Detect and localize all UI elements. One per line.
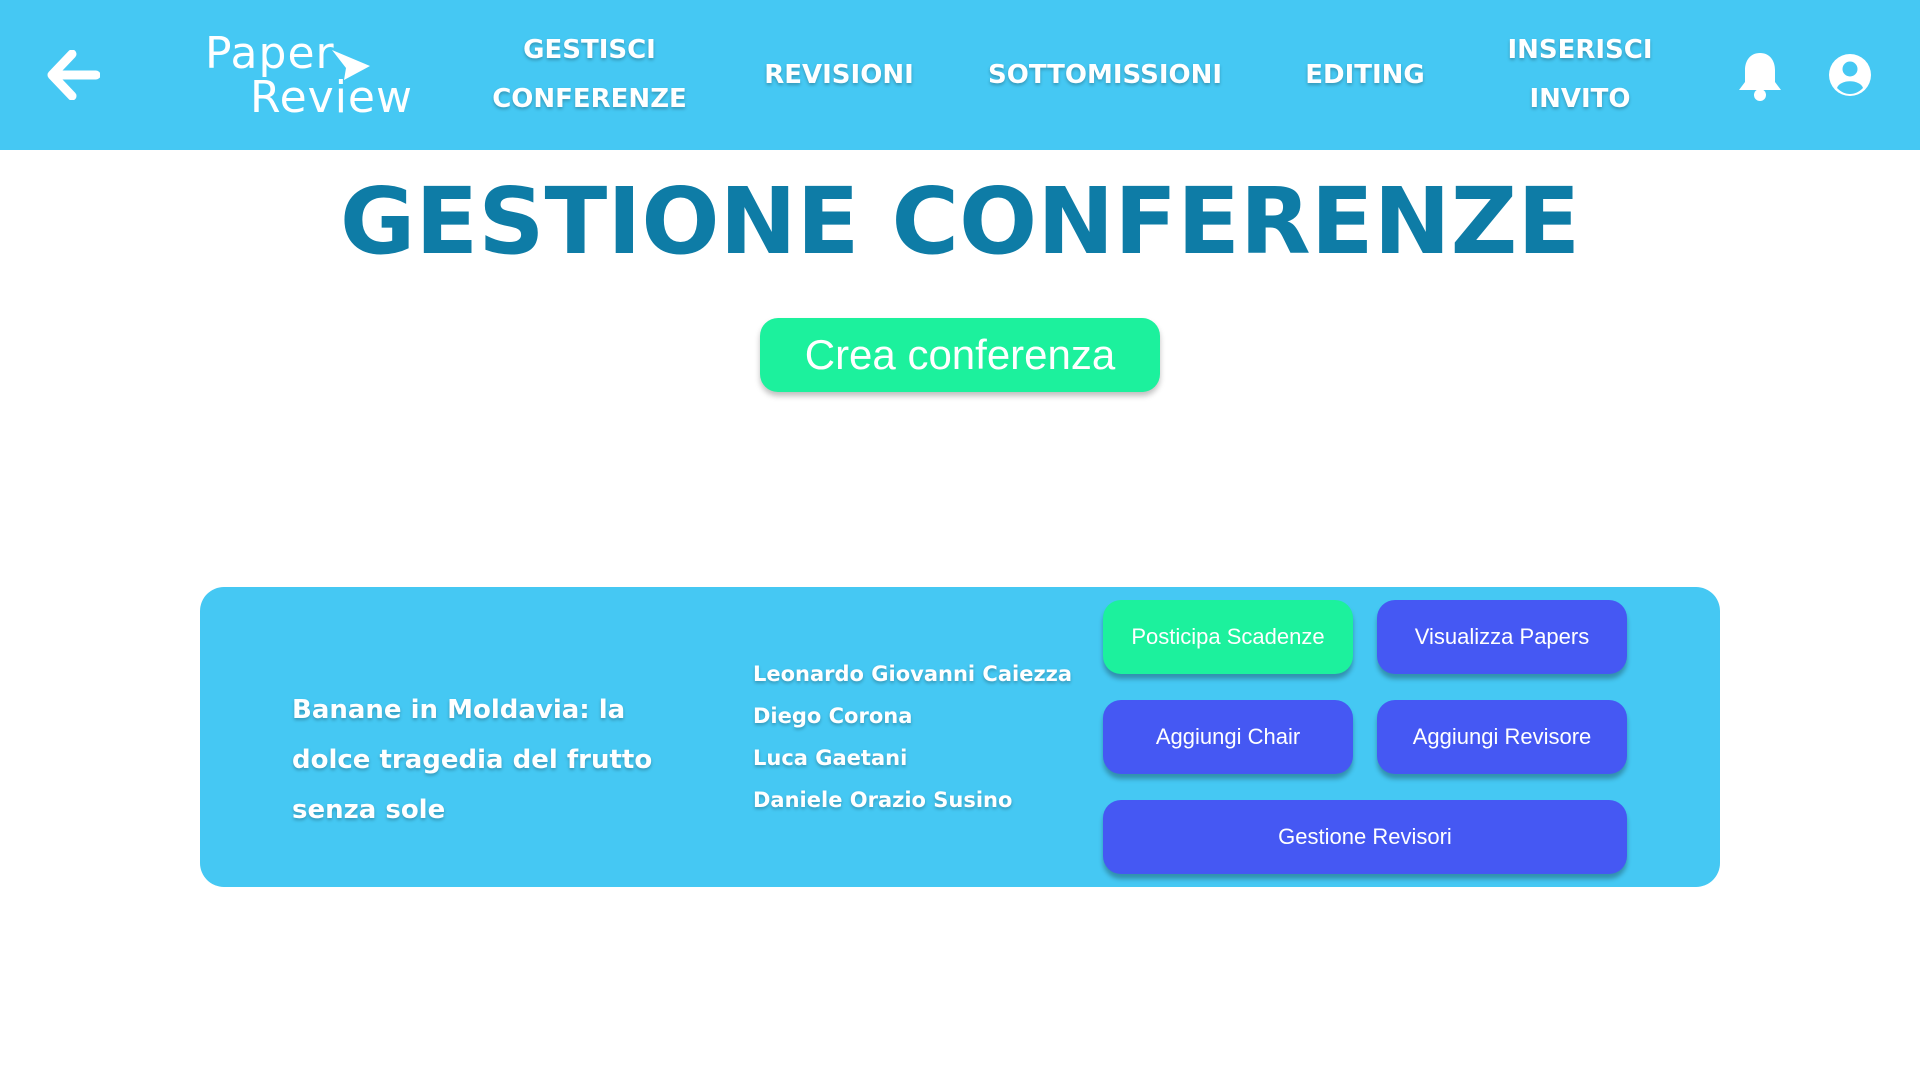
author-item: Daniele Orazio Susino [753,788,1013,812]
nav-gestisci-conferenze[interactable]: GESTISCI CONFERENZE [492,0,687,150]
conference-authors: Leonardo Giovanni Caiezza Diego Corona L… [753,653,1073,821]
account-circle-icon [1829,54,1871,96]
logo-line2: Review [250,72,413,123]
nav-gestisci-line2: CONFERENZE [492,84,687,114]
conference-card: Banane in Moldavia: la dolce tragedia de… [200,587,1720,887]
arrow-left-icon [47,50,100,100]
top-navigation-bar: Paper Review GESTISCI CONFERENZE REVISIO… [0,0,1920,150]
author-item: Luca Gaetani [753,746,908,770]
nav-revisioni[interactable]: REVISIONI [758,0,920,150]
nav-sottomissioni[interactable]: SOTTOMISSIONI [988,0,1222,150]
nav-inserisci-line1: INSERISCI [1507,35,1653,65]
add-chair-button[interactable]: Aggiungi Chair [1103,700,1353,774]
postpone-deadlines-button[interactable]: Posticipa Scadenze [1103,600,1353,674]
create-conference-button[interactable]: Crea conferenza [760,318,1160,392]
manage-reviewers-button[interactable]: Gestione Revisori [1103,800,1627,874]
paper-review-logo[interactable]: Paper Review [205,28,412,124]
nav-inserisci-invito[interactable]: INSERISCI INVITO [1500,0,1660,150]
account-button[interactable] [1828,53,1872,97]
page-title: GESTIONE CONFERENZE [339,168,1581,275]
nav-inserisci-line2: INVITO [1529,84,1631,114]
author-item: Leonardo Giovanni Caiezza [753,662,1073,686]
nav-gestisci-line1: GESTISCI [523,35,656,65]
back-button[interactable] [44,46,102,104]
bell-icon [1739,53,1781,101]
author-item: Diego Corona [753,704,913,728]
view-papers-button[interactable]: Visualizza Papers [1377,600,1627,674]
nav-editing[interactable]: EDITING [1295,0,1435,150]
notifications-button[interactable] [1736,50,1784,102]
conference-title: Banane in Moldavia: la dolce tragedia de… [292,695,653,825]
add-reviewer-button[interactable]: Aggiungi Revisore [1377,700,1627,774]
